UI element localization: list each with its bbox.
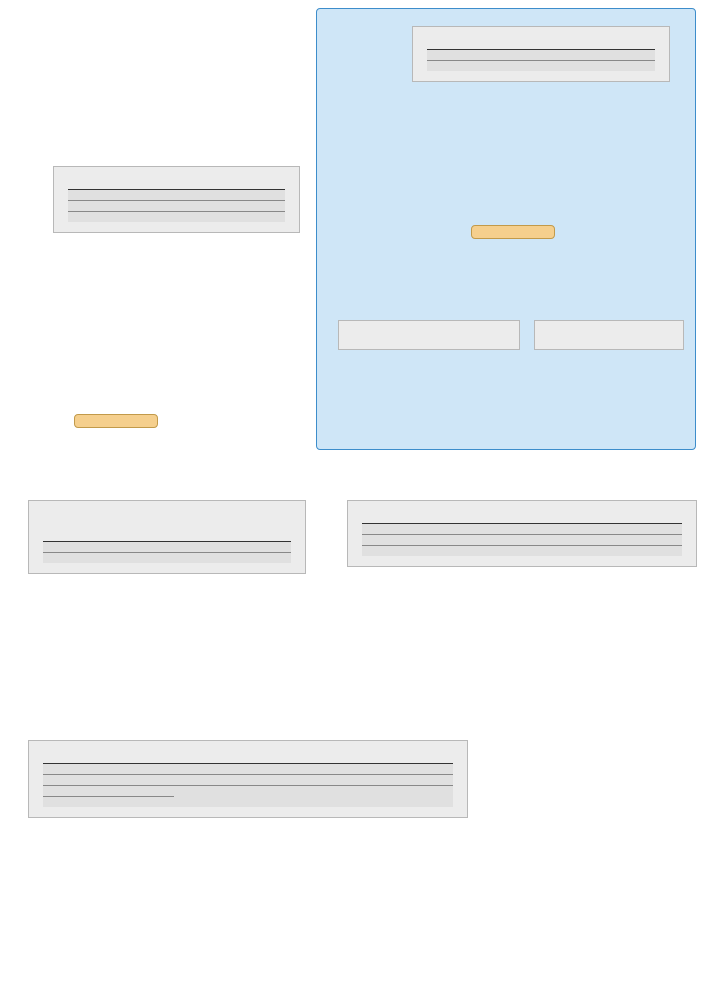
param-val bbox=[174, 786, 453, 797]
param-table bbox=[427, 49, 655, 71]
param-table bbox=[43, 541, 291, 563]
node-plot-time bbox=[534, 320, 684, 350]
param-val bbox=[464, 524, 682, 535]
param-val bbox=[137, 201, 285, 212]
param-key bbox=[43, 541, 122, 552]
param-key bbox=[43, 775, 174, 786]
dataframe-1-chip bbox=[74, 414, 158, 428]
param-val bbox=[137, 212, 285, 223]
param-key bbox=[362, 524, 464, 535]
param-key bbox=[427, 61, 500, 72]
node-plot-conservation-level bbox=[347, 500, 697, 567]
diagram-canvas bbox=[0, 0, 720, 992]
param-val bbox=[500, 50, 655, 61]
param-key bbox=[68, 190, 137, 201]
param-val bbox=[122, 541, 291, 552]
node-plot-entropy bbox=[28, 740, 468, 818]
param-key bbox=[427, 50, 500, 61]
param-key bbox=[68, 212, 137, 223]
param-key bbox=[362, 546, 464, 557]
param-table bbox=[68, 189, 285, 222]
param-key bbox=[43, 552, 122, 563]
node-plot-dynamics bbox=[28, 500, 306, 574]
param-key bbox=[43, 797, 174, 808]
param-table bbox=[43, 763, 453, 807]
param-key bbox=[43, 764, 174, 775]
param-val bbox=[464, 535, 682, 546]
param-table bbox=[362, 523, 682, 556]
param-val bbox=[122, 552, 291, 563]
node-plot-worldmap bbox=[338, 320, 520, 350]
param-val bbox=[464, 546, 682, 557]
param-val bbox=[174, 764, 453, 775]
param-key bbox=[362, 535, 464, 546]
param-key bbox=[68, 201, 137, 212]
node-title bbox=[43, 513, 291, 531]
param-val bbox=[137, 190, 285, 201]
dataframe-2-chip bbox=[471, 225, 555, 239]
param-key bbox=[43, 786, 174, 797]
param-val bbox=[174, 775, 453, 786]
node-json2csv bbox=[53, 166, 300, 233]
param-val bbox=[500, 61, 655, 72]
node-metadata-extraction bbox=[412, 26, 670, 82]
